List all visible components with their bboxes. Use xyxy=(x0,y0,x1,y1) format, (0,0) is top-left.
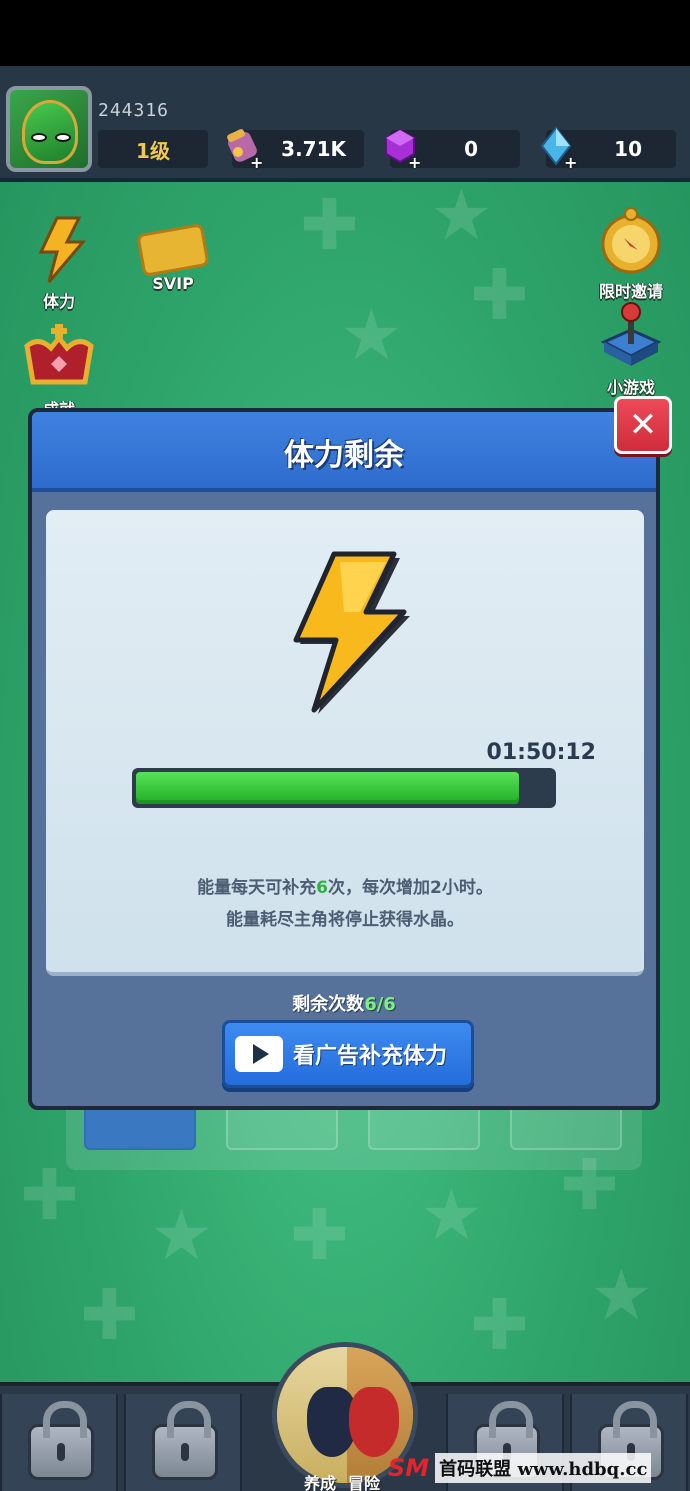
lock-icon xyxy=(28,1401,94,1480)
stamina-info-panel: 01:50:12 能量每天可补充6次，每次增加2小时。 能量耗尽主角将停止获得水… xyxy=(46,510,644,976)
limited-invite-button[interactable]: 限时邀请 xyxy=(586,204,676,302)
player-level: 1级 xyxy=(98,130,208,168)
star-pattern: ★ xyxy=(420,1174,483,1256)
svip-button[interactable]: SVIP xyxy=(128,224,218,293)
gold-resource[interactable]: + 3.71K xyxy=(227,129,364,172)
limited-invite-label: 限时邀请 xyxy=(598,282,663,301)
add-diamond-icon[interactable]: + xyxy=(564,153,577,172)
diamond-resource[interactable]: + 10 xyxy=(540,126,676,172)
status-bar xyxy=(0,0,690,66)
gift-pattern: ✚ xyxy=(20,1154,79,1236)
video-icon xyxy=(235,1036,283,1072)
lightning-icon xyxy=(293,551,410,714)
gold-value: 3.71K xyxy=(281,137,346,161)
diamond-value: 10 xyxy=(614,137,642,161)
achievement-button[interactable]: 成就 xyxy=(14,322,104,420)
adventure-tab-label[interactable]: 冒险 xyxy=(348,1470,380,1491)
locked-tab[interactable] xyxy=(0,1394,118,1491)
stamina-progress-bar xyxy=(132,768,556,808)
stamina-label: 体力 xyxy=(42,292,75,311)
stamina-button[interactable]: 体力 xyxy=(14,214,104,312)
gift-pattern: ✚ xyxy=(290,1194,349,1276)
svip-ticket-icon xyxy=(137,224,209,276)
stamina-dialog: 体力剩余 01:50:12 能量每天可补充6次，每次增加2小时。 能量耗尽主角将… xyxy=(28,408,660,1110)
svip-label: SVIP xyxy=(152,274,194,293)
dialog-title: 体力剩余 xyxy=(284,438,404,473)
description-line-2: 能量耗尽主角将停止获得水晶。 xyxy=(226,910,464,930)
gift-pattern: ✚ xyxy=(80,1274,139,1356)
add-gold-icon[interactable]: + xyxy=(250,153,263,172)
gift-pattern: ✚ xyxy=(470,254,529,336)
watch-ad-refill-button[interactable]: 看广告补充体力 xyxy=(222,1020,474,1088)
lightning-icon xyxy=(38,216,87,283)
mini-game-label: 小游戏 xyxy=(606,378,655,397)
locked-tab[interactable] xyxy=(124,1394,242,1491)
star-pattern: ★ xyxy=(430,174,493,256)
description-line-1: 能量每天可补充6次，每次增加2小时。 xyxy=(197,878,493,898)
stamina-progress-fill xyxy=(136,772,519,804)
stamina-timer: 01:50:12 xyxy=(486,740,596,765)
stamina-description: 能量每天可补充6次，每次增加2小时。 能量耗尽主角将停止获得水晶。 xyxy=(46,872,644,936)
remaining-count: 剩余次数6/6 xyxy=(292,994,396,1015)
watermark: SM 首码联盟 www.hdbq.cc xyxy=(388,1450,688,1486)
train-tab-label[interactable]: 养成 xyxy=(304,1470,336,1491)
gift-pattern: ✚ xyxy=(300,184,359,266)
star-pattern: ★ xyxy=(590,1254,653,1336)
add-purple-gem-icon[interactable]: + xyxy=(408,153,421,172)
red-hero-icon xyxy=(349,1387,399,1457)
joystick-icon xyxy=(600,302,662,366)
watermark-logo: SM xyxy=(388,1454,430,1482)
watch-ad-label: 看广告补充体力 xyxy=(293,1044,448,1069)
mini-game-button[interactable]: 小游戏 xyxy=(586,300,676,398)
star-pattern: ★ xyxy=(150,1194,213,1276)
hero-mask-icon xyxy=(22,100,78,164)
player-avatar[interactable] xyxy=(6,86,92,172)
purple-gem-value: 0 xyxy=(464,137,478,161)
purple-gem-resource[interactable]: + 0 xyxy=(385,128,520,172)
player-id: 244316 xyxy=(98,100,170,121)
compass-icon xyxy=(601,207,661,274)
dialog-header: 体力剩余 xyxy=(32,412,656,492)
star-pattern: ★ xyxy=(340,294,403,376)
close-button[interactable]: ✕ xyxy=(614,396,672,454)
watermark-text: 首码联盟 www.hdbq.cc xyxy=(435,1453,652,1483)
top-bar: 244316 1级 + 3.71K + 0 + 10 xyxy=(0,66,690,182)
gift-pattern: ✚ xyxy=(470,1284,529,1366)
lock-icon xyxy=(152,1401,218,1480)
crown-icon xyxy=(24,324,94,385)
